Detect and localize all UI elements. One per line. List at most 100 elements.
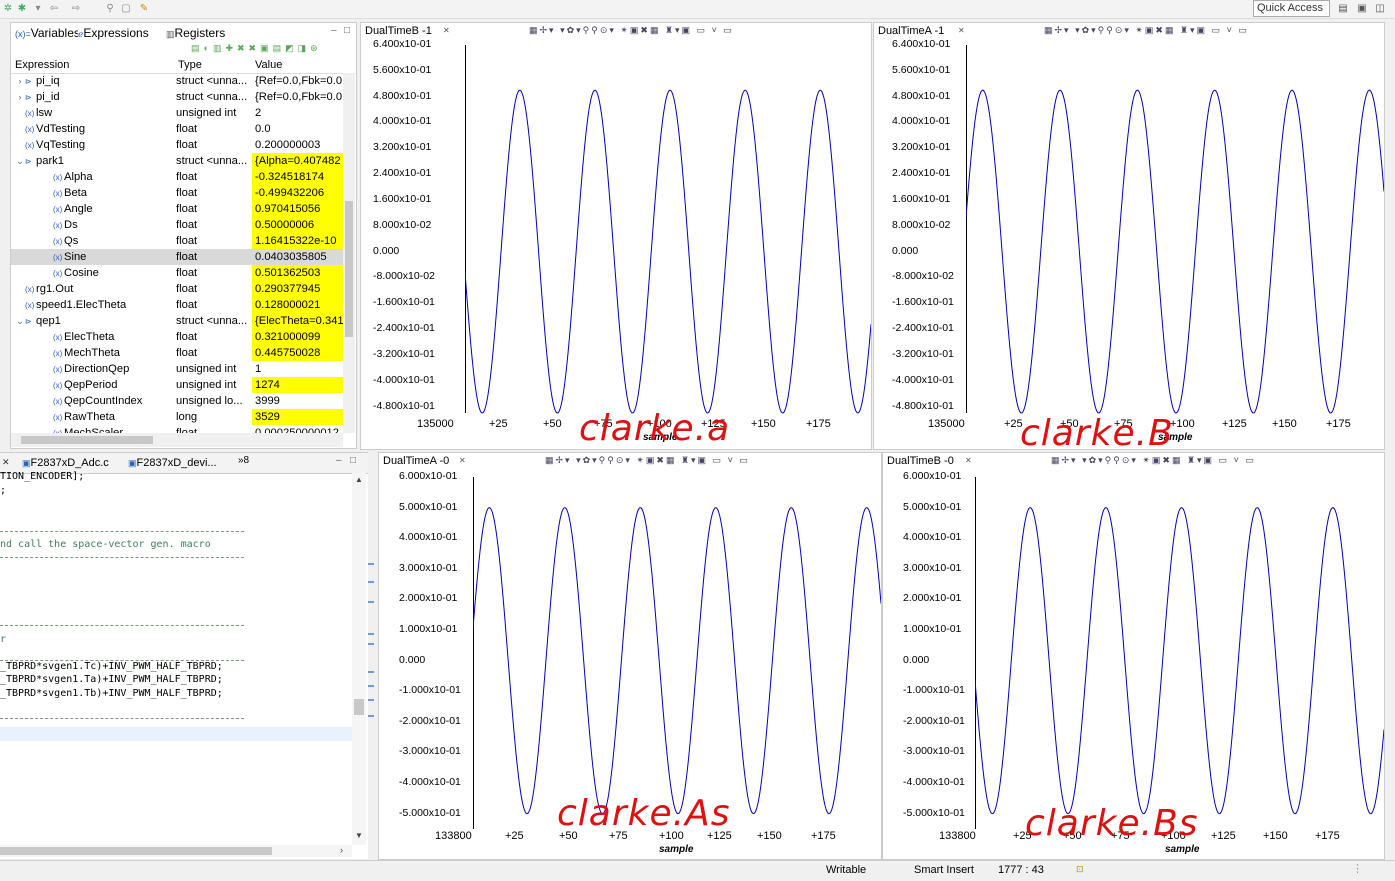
chevron-down-icon[interactable]: ▾ <box>32 3 44 14</box>
ruler-mark[interactable] <box>368 633 374 635</box>
ruler-mark[interactable] <box>368 581 374 583</box>
expression-row[interactable]: (x) MechTheta float 0.445750028 <box>11 345 351 361</box>
ruler-mark[interactable] <box>368 699 374 701</box>
expression-row[interactable]: › ⊳ pi_iq struct <unna... {Ref=0.0,Fbk=0.0 <box>11 73 351 89</box>
ruler-mark[interactable] <box>368 643 374 645</box>
code-line[interactable]: _TBPRD*svgen1.Tc)+INV_PWM_HALF_TBPRD; <box>0 661 223 672</box>
expression-row[interactable]: (x) Beta float -0.499432206 <box>11 185 351 201</box>
expression-row[interactable]: (x) Qs float 1.16415322e-10 <box>11 233 351 249</box>
value-cell[interactable]: 0.445750028 <box>252 345 345 361</box>
value-cell[interactable]: {Ref=0.0,Fbk=0.0 <box>252 73 345 89</box>
maximize-icon[interactable]: □ <box>350 455 356 466</box>
perspective-icon[interactable]: ▤ <box>1337 3 1349 14</box>
minimize-icon[interactable]: – <box>336 455 342 466</box>
search-icon[interactable]: ⚲ <box>104 3 116 14</box>
plot-area[interactable] <box>975 477 1384 831</box>
close-icon[interactable]: ✕ <box>443 26 450 35</box>
code-line[interactable]: TION_ENCODER]; <box>0 471 84 482</box>
expression-row[interactable]: (x) ElecTheta float 0.321000099 <box>11 329 351 345</box>
value-cell[interactable]: 0.50000006 <box>252 217 345 233</box>
scrollbar-thumb[interactable] <box>345 201 353 337</box>
settings-icon[interactable]: ✲ <box>2 3 14 14</box>
value-cell[interactable]: 3529 <box>252 409 345 425</box>
chart-toolbar[interactable]: ▦✢▾ ▾✿▾⚲⚲⊙▾ ✴▣✖▦ ♜▾▣ ▭ ˅ ▭ <box>1044 25 1249 37</box>
expression-row[interactable]: (x) VdTesting float 0.0 <box>11 121 351 137</box>
expression-row[interactable]: (x) Alpha float -0.324518174 <box>11 169 351 185</box>
more-tabs[interactable]: »8 <box>238 455 249 466</box>
expression-row[interactable]: (x) RawTheta long 3529 <box>11 409 351 425</box>
code-line[interactable]: _TBPRD*svgen1.Ta)+INV_PWM_HALF_TBPRD; <box>0 674 223 685</box>
value-cell[interactable]: 0.290377945 <box>252 281 345 297</box>
expand-toggle-icon[interactable]: › <box>15 73 25 89</box>
window-icon[interactable]: ▢ <box>120 3 132 14</box>
status-icon[interactable]: ⊡ <box>1076 864 1084 875</box>
chart-title[interactable]: DualTimeA -0 <box>383 455 449 467</box>
quick-access-input[interactable]: Quick Access <box>1253 0 1330 17</box>
chart-title[interactable]: DualTimeB -0 <box>887 455 954 467</box>
expression-row[interactable]: ⌄⊳ qep1 struct <unna... {ElecTheta=0.341 <box>11 313 351 329</box>
expand-toggle-icon[interactable]: ⌄ <box>15 313 25 329</box>
value-cell[interactable]: 2 <box>252 105 345 121</box>
tab-expressions[interactable]: ℯExpressions <box>78 25 149 41</box>
value-cell[interactable]: 3999 <box>252 393 345 409</box>
chart-toolbar[interactable]: ▦✢▾ ▾✿▾⚲⚲⊙▾ ✴▣✖▦ ♜▾▣ ▭ ˅ ▭ <box>1051 455 1256 467</box>
expression-row[interactable]: (x) QepCountIndex unsigned lo... 3999 <box>11 393 351 409</box>
value-cell[interactable]: 0.200000003 <box>252 137 345 153</box>
value-cell[interactable]: 0.000250000012 <box>252 425 345 433</box>
expression-row[interactable]: (x) QepPeriod unsigned int 1274 <box>11 377 351 393</box>
close-icon[interactable]: ✕ <box>965 456 972 465</box>
expression-row[interactable]: (x) lsw unsigned int 2 <box>11 105 351 121</box>
value-cell[interactable]: {Ref=0.0,Fbk=0.0 <box>252 89 345 105</box>
maximize-icon[interactable]: □ <box>344 25 350 36</box>
expression-row[interactable]: ⌄⊳ park1 struct <unna... {Alpha=0.407482 <box>11 153 351 169</box>
value-cell[interactable]: 1.16415322e-10 <box>252 233 345 249</box>
scrollbar-thumb[interactable] <box>21 436 153 444</box>
scroll-up-icon[interactable]: ▲ <box>355 475 363 484</box>
chart-title[interactable]: DualTimeA -1 <box>878 25 944 37</box>
editor-tab-adc[interactable]: ▣F2837xD_Adc.c <box>22 457 109 469</box>
expand-toggle-icon[interactable]: › <box>15 89 25 105</box>
scroll-right-icon[interactable]: › <box>340 845 343 855</box>
ruler-mark[interactable] <box>368 715 374 717</box>
value-cell[interactable]: 1 <box>252 361 345 377</box>
plot-area[interactable] <box>465 45 871 415</box>
expression-row[interactable]: (x) Angle float 0.970415056 <box>11 201 351 217</box>
horizontal-scrollbar[interactable]: › <box>0 845 352 857</box>
debug-perspective-icon[interactable]: ▣ <box>1356 3 1368 14</box>
scrollbar-thumb[interactable] <box>354 699 364 715</box>
ruler-mark[interactable] <box>368 671 374 673</box>
scroll-down-icon[interactable]: ▼ <box>355 831 363 840</box>
chart-title[interactable]: DualTimeB -1 <box>365 25 432 37</box>
value-cell[interactable]: 0.321000099 <box>252 329 345 345</box>
close-icon[interactable]: ✕ <box>459 456 466 465</box>
back-icon[interactable]: ⇦ <box>48 3 60 14</box>
expression-row[interactable]: (x) VqTesting float 0.200000003 <box>11 137 351 153</box>
editor-tab-devi[interactable]: ▣F2837xD_devi... <box>128 457 217 469</box>
chart-toolbar[interactable]: ▦✢▾ ▾✿▾⚲⚲⊙▾ ✴▣✖▦ ♜▾▣ ▭ ˅ ▭ <box>529 25 734 37</box>
column-value[interactable]: Value <box>255 59 282 71</box>
value-cell[interactable]: 0.970415056 <box>252 201 345 217</box>
ruler-mark[interactable] <box>368 563 374 565</box>
code-line[interactable]: ; <box>0 485 6 496</box>
value-cell[interactable]: -0.324518174 <box>252 169 345 185</box>
value-cell[interactable]: 0.128000021 <box>252 297 345 313</box>
scrollbar-thumb[interactable] <box>0 847 272 855</box>
column-type[interactable]: Type <box>178 59 202 71</box>
code-line[interactable]: r <box>0 634 6 645</box>
expression-row[interactable]: (x) Cosine float 0.501362503 <box>11 265 351 281</box>
value-cell[interactable]: 1274 <box>252 377 345 393</box>
expression-row[interactable]: (x) speed1.ElecTheta float 0.128000021 <box>11 297 351 313</box>
plot-area[interactable] <box>473 477 881 831</box>
close-icon[interactable]: ✕ <box>2 457 10 468</box>
vertical-scrollbar[interactable]: ▲ ▼ <box>352 473 366 845</box>
minimize-icon[interactable]: – <box>331 25 337 36</box>
value-cell[interactable]: 0.0 <box>252 121 345 137</box>
chart-toolbar[interactable]: ▦✢▾ ▾✿▾⚲⚲⊙▾ ✴▣✖▦ ♜▾▣ ▭ ˅ ▭ <box>545 455 750 467</box>
expression-row[interactable]: (x) Sine float 0.0403035805 <box>11 249 351 265</box>
debug-icon[interactable]: ✱ <box>16 3 28 14</box>
plot-area[interactable] <box>966 45 1384 415</box>
code-line[interactable]: _TBPRD*svgen1.Tb)+INV_PWM_HALF_TBPRD; <box>0 688 223 699</box>
expressions-toolbar[interactable]: ▤◐▥✚✖✖▣▤◩◨⊛ <box>191 43 351 55</box>
expression-row[interactable]: (x) DirectionQep unsigned int 1 <box>11 361 351 377</box>
value-cell[interactable]: {ElecTheta=0.341 <box>252 313 345 329</box>
